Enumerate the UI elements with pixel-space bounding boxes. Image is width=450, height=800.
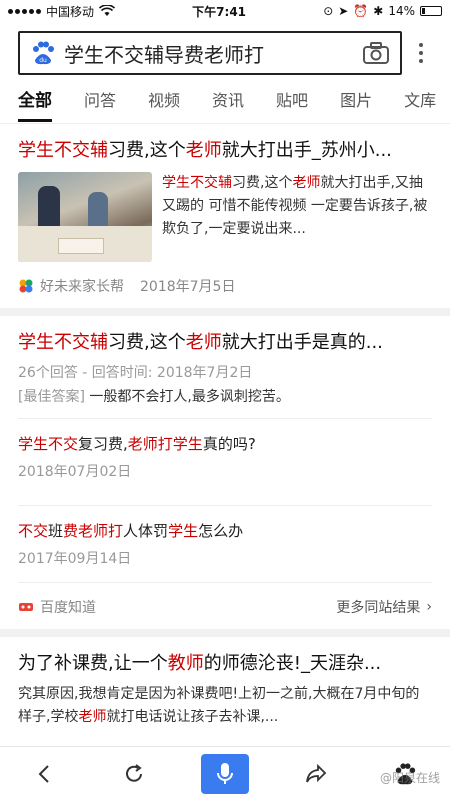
result-title[interactable]: 学生不交辅习费,这个老师就大打出手_苏州小... [18,138,432,164]
battery-icon [420,6,442,16]
tab-video[interactable]: 视频 [148,78,180,123]
related-question-2[interactable]: 不交班费老师打人体罚学生怎么办 2017年09月14日 [18,505,432,580]
result-source: 好未来家长帮 2018年7月5日 [18,276,432,296]
best-answer: [最佳答案] 一般都不会打人,最多讽刺挖苦。 [18,389,290,405]
baidu-paw-icon: du [33,41,54,65]
refresh-button[interactable] [112,752,156,796]
tab-qa[interactable]: 问答 [84,78,116,123]
haoweilai-icon [19,279,33,293]
related-question-1[interactable]: 学生不交复习费,老师打学生真的吗? 2018年07月02日 [18,418,432,493]
status-bar: 中国移动 下午7:41 ⊙ ➤ ⏰ ✱ 14% [0,0,450,22]
result-thumbnail[interactable] [18,172,152,262]
search-input[interactable]: 学生不交辅导费老师打 [64,39,362,68]
bluetooth-icon: ✱ [373,4,384,18]
watermark: @阳泉在线 [379,771,440,785]
tab-tieba[interactable]: 贴吧 [276,78,308,123]
rotation-lock-icon: ⊙ [323,4,334,18]
tab-all[interactable]: 全部 [18,78,52,123]
result-card-2[interactable]: 学生不交辅习费,这个老师就大打出手是真的... 26个回答 - 回答时间: 20… [0,316,450,629]
microphone-icon [216,762,233,784]
share-icon [306,763,327,782]
voice-search-button[interactable] [200,753,249,794]
bottom-toolbar: @阳泉在线 [0,746,450,800]
tab-images[interactable]: 图片 [340,78,372,123]
result-title[interactable]: 为了补课费,让一个教师的师德沦丧!_天涯杂... [18,651,432,677]
more-menu-icon[interactable] [410,43,432,63]
search-row: du 学生不交辅导费老师打 [0,22,450,78]
signal-icon [8,8,41,14]
battery-label: 14% [388,4,415,18]
divider [0,308,450,316]
result-snippet: 究其原因,我想肯定是因为补课费吧!上初一之前,大概在7月中旬的样子,学校老师就打… [18,686,420,725]
svg-text:du: du [39,57,47,64]
camera-icon[interactable] [362,41,390,65]
location-icon: ➤ [338,4,349,18]
chevron-right-icon: › [426,599,432,615]
result-snippet: 学生不交辅习费,这个老师就大打出手,又抽又踢的 可惜不能传视频 一定要告诉孩子,… [162,175,428,237]
carrier-label: 中国移动 [46,4,95,19]
more-site-results-link[interactable]: 更多同站结果 › [336,597,432,617]
result-title[interactable]: 学生不交辅习费,这个老师就大打出手是真的... [18,330,432,356]
clock: 下午7:41 [192,4,247,19]
result-card-1[interactable]: 学生不交辅习费,这个老师就大打出手_苏州小... 学生不交辅习费,这个老师就大打… [0,124,450,308]
share-button[interactable] [294,752,338,796]
answer-meta: 26个回答 - 回答时间: 2018年7月2日 [18,365,253,381]
tab-news[interactable]: 资讯 [212,78,244,123]
result-card-3[interactable]: 为了补课费,让一个教师的师德沦丧!_天涯杂... 究其原因,我想肯定是因为补课费… [0,637,450,741]
tab-bar: 全部 问答 视频 资讯 贴吧 图片 文库 [0,78,450,124]
wifi-icon [99,5,116,16]
back-icon [38,764,49,783]
tab-wenku[interactable]: 文库 [404,78,436,123]
back-button[interactable] [23,752,67,796]
site-footer: 百度知道 更多同站结果 › [18,582,432,617]
baidu-zhidao-icon [19,603,33,611]
alarm-icon: ⏰ [353,4,369,18]
refresh-icon [125,763,142,782]
divider [0,629,450,637]
search-box[interactable]: du 学生不交辅导费老师打 [18,31,402,75]
